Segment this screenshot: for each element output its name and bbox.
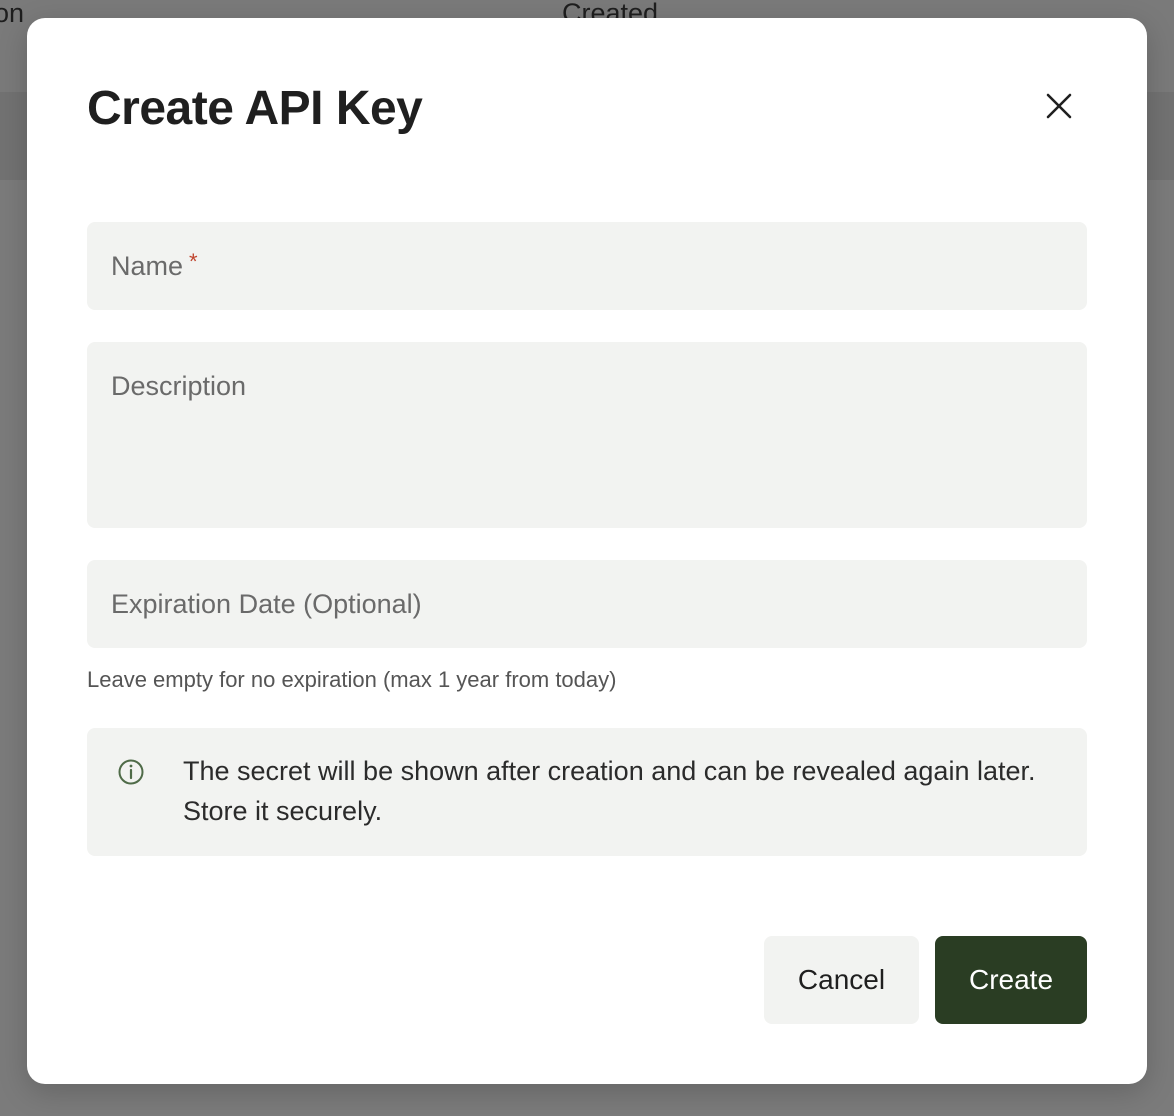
name-placeholder: Name * bbox=[111, 249, 198, 282]
dialog-title: Create API Key bbox=[87, 82, 423, 135]
create-api-key-dialog: Create API Key Name * Description Expirat… bbox=[27, 18, 1147, 1084]
close-button[interactable] bbox=[1037, 84, 1081, 128]
name-placeholder-text: Name bbox=[111, 251, 184, 281]
create-button[interactable]: Create bbox=[935, 936, 1087, 1024]
info-icon bbox=[118, 759, 144, 785]
info-notice-text: The secret will be shown after creation … bbox=[183, 756, 1036, 826]
required-marker: * bbox=[189, 249, 198, 274]
background-column-header: on bbox=[0, 0, 25, 28]
expiration-date-field[interactable]: Expiration Date (Optional) bbox=[87, 560, 1087, 648]
description-field[interactable]: Description bbox=[87, 342, 1087, 528]
name-field[interactable]: Name * bbox=[87, 222, 1087, 310]
expiration-hint: Leave empty for no expiration (max 1 yea… bbox=[87, 667, 617, 692]
cancel-button[interactable]: Cancel bbox=[764, 936, 919, 1024]
expiration-date-placeholder: Expiration Date (Optional) bbox=[111, 589, 422, 619]
close-icon bbox=[1046, 93, 1072, 119]
info-notice: The secret will be shown after creation … bbox=[87, 728, 1087, 856]
description-placeholder: Description bbox=[111, 371, 247, 401]
